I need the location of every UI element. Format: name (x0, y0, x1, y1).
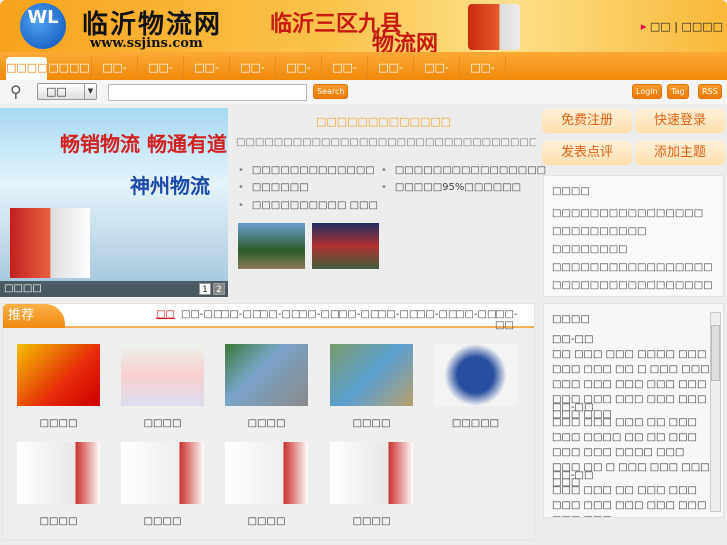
search-input[interactable] (108, 84, 307, 101)
item-image[interactable] (330, 344, 413, 406)
nav-tab[interactable]: □□-□□ (276, 57, 322, 95)
nav-tab[interactable]: □□-□□ (184, 57, 230, 95)
group-name: □□-□□ (552, 402, 594, 413)
item-image[interactable] (434, 344, 517, 406)
search-icon: ⚲ (10, 82, 22, 101)
recommend-title: 推荐 (3, 304, 65, 328)
item-image[interactable] (17, 344, 100, 406)
truck-image (468, 4, 520, 50)
notice-item[interactable]: □□□□□□□□□□□□□□□□ (552, 208, 703, 219)
item-caption[interactable]: □□□□ (330, 418, 413, 429)
recommend-tab[interactable]: □□-□□ (220, 309, 261, 320)
item-caption[interactable]: □□□□ (330, 516, 413, 527)
recommend-tab-active[interactable]: □□ (156, 309, 175, 320)
recommend-tab[interactable]: □□-□□ (181, 309, 222, 320)
thumbnail-image[interactable] (238, 223, 305, 269)
item-caption[interactable]: □□□□ (225, 516, 308, 527)
selected-category: □□ (46, 85, 67, 98)
nav-tab[interactable]: □□-□□ (138, 57, 184, 95)
notice-title: □□□□ (552, 186, 590, 197)
headline-desc: □□□□□□□□□□□□□□□□□□□□□□□□□□□□□□□□□□□□□□□□… (236, 137, 536, 148)
nav-tab[interactable]: □□-□□ (322, 57, 368, 95)
nav-tab[interactable]: □□-□□ (414, 57, 460, 95)
quick-login-button[interactable]: 快速登录 (635, 109, 725, 133)
item-caption[interactable]: □□□□□ (434, 418, 517, 429)
post-review-button[interactable]: 发表点评 (542, 141, 632, 165)
search-category-select[interactable]: □□ ▼ (37, 83, 97, 100)
notice-item[interactable]: □□□□□□□□□□□□□□□□□ (552, 280, 713, 291)
add-topic-button[interactable]: 添加主题 (635, 141, 725, 165)
item-caption[interactable]: □□□□ (121, 418, 204, 429)
recommend-tab[interactable]: □□-□□ (495, 309, 534, 331)
item-image[interactable] (121, 442, 204, 504)
news-item[interactable]: □□□□□95%□□□□□□ (381, 182, 521, 193)
recommend-section: 推荐 □□ □□-□□ □□-□□ □□-□□ □□-□□ □□-□□ □□-□… (2, 303, 535, 540)
slide-page-1[interactable]: 1 (199, 283, 211, 295)
recommend-header: 推荐 □□ □□-□□ □□-□□ □□-□□ □□-□□ □□-□□ □□-□… (3, 304, 534, 331)
nav-tab[interactable]: □□-□□ (230, 57, 276, 95)
recommend-tab[interactable]: □□-□□ (259, 309, 300, 320)
logo-url: www.ssjins.com (90, 36, 203, 51)
notice-panel: □□□□ □□□□□□□□□□□□□□□□ □□□□□□□□□□ □□□□□□□… (543, 175, 724, 297)
group-links[interactable]: □□□ □□□ □□ □□□ □□□ □□□ □□□ □□□ □□□ □□□ □… (552, 483, 712, 517)
item-image[interactable] (330, 442, 413, 504)
banner-brand: 神州物流 (130, 174, 210, 198)
item-image[interactable] (17, 442, 100, 504)
banner-slideshow[interactable]: 畅销物流 畅通有道 神州物流 □□□□ 1 2 (0, 108, 228, 297)
tag-button[interactable]: Tag (667, 84, 689, 99)
logo[interactable]: WL (20, 3, 66, 49)
top-link-2[interactable]: □□□□ (681, 20, 723, 33)
search-button[interactable]: Search (313, 84, 349, 99)
news-item[interactable]: □□□□□□□□□□□□□□□□ (381, 165, 546, 176)
nav-tab[interactable]: □□-□□ (460, 57, 506, 95)
nav-tab[interactable]: □□□□ (47, 57, 92, 80)
recommend-tab[interactable]: □□-□□ (416, 309, 457, 320)
rss-button[interactable]: RSS (698, 84, 722, 99)
search-bar: ⚲ □□ ▼ Search Login Tag RSS (0, 80, 727, 104)
top-links: ▸ □□ | □□□□ (641, 20, 723, 33)
banner-slogan: 畅销物流 畅通有道 (60, 132, 227, 156)
chevron-down-icon: ▼ (84, 84, 96, 99)
banner-truck-image (10, 208, 90, 278)
item-image[interactable] (121, 344, 204, 406)
recommend-tab[interactable]: □□-□□ (377, 309, 418, 320)
item-caption[interactable]: □□□□ (17, 516, 100, 527)
recommend-tab[interactable]: □□-□□ (455, 309, 496, 320)
logo-mark: WL (27, 7, 59, 28)
scrollbar-thumb[interactable] (711, 325, 720, 381)
thumbnail-image[interactable] (312, 223, 379, 269)
news-item[interactable]: □□□□□□ (238, 182, 309, 193)
notice-item[interactable]: □□□□□□□□□□□□□□□□□ (552, 262, 713, 273)
register-button[interactable]: 免费注册 (542, 109, 632, 133)
links-title: □□□□ (552, 314, 590, 325)
main-nav: □□□□ □□□□ □□-□□ □□-□□ □□-□□ □□-□□ □□-□□ … (0, 52, 727, 95)
site-header: WL 临沂物流网 www.ssjins.com 临沂三区九县 物流网 ▸ □□ … (0, 0, 727, 57)
news-item[interactable]: □□□□□□□□□□□□□ (238, 165, 375, 176)
arrow-icon: ▸ (640, 20, 647, 33)
news-item[interactable]: □□□□□□□□□□ □□□ (238, 200, 378, 211)
scrollbar[interactable] (710, 312, 721, 512)
group-name: □□-□□ (552, 470, 594, 481)
nav-tab-home[interactable]: □□□□ (6, 57, 48, 80)
recommend-tab[interactable]: □□-□□ (338, 309, 379, 320)
login-button[interactable]: Login (632, 84, 662, 99)
headline-title[interactable]: □□□□□□□□□□□□□ (230, 115, 537, 128)
item-caption[interactable]: □□□□ (225, 418, 308, 429)
banner-caption: □□□□ (0, 281, 228, 297)
item-image[interactable] (225, 344, 308, 406)
nav-tab[interactable]: □□-□□ (92, 57, 138, 95)
slide-page-2[interactable]: 2 (213, 283, 225, 295)
group-name: □□-□□ (552, 334, 594, 345)
links-panel: □□□□ □□-□□ □□ □□□ □□□ □□□□ □□□ □□□ □□□ □… (543, 303, 724, 518)
recommend-tab[interactable]: □□-□□ (298, 309, 339, 320)
item-caption[interactable]: □□□□ (17, 418, 100, 429)
top-link-1[interactable]: □□ (650, 20, 671, 33)
item-image[interactable] (225, 442, 308, 504)
separator: | (674, 20, 678, 33)
item-caption[interactable]: □□□□ (121, 516, 204, 527)
notice-item[interactable]: □□□□□□□□□□ (552, 226, 646, 237)
nav-tab[interactable]: □□-□□ (368, 57, 414, 95)
notice-item[interactable]: □□□□□□□□ (552, 244, 628, 255)
